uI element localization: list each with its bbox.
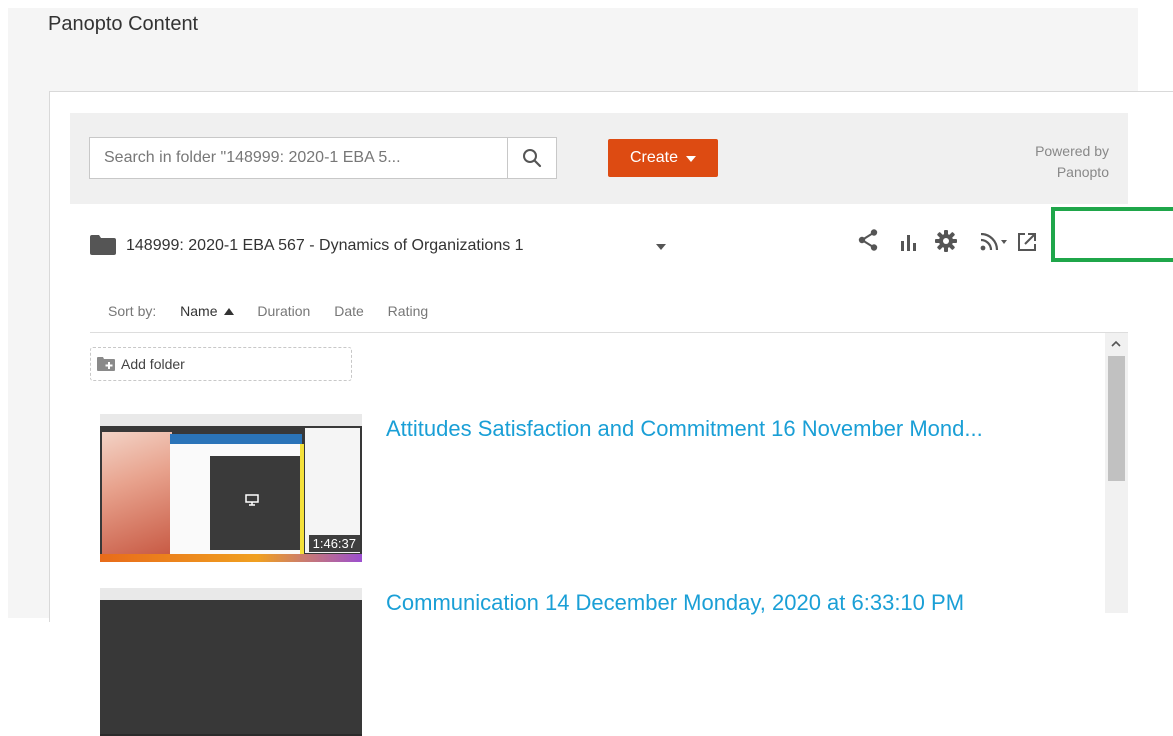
- scroll-thumb[interactable]: [1108, 356, 1125, 481]
- powered-by-line1: Powered by: [1035, 143, 1109, 159]
- screen-share-icon: [245, 494, 259, 506]
- create-button-label: Create: [629, 149, 679, 166]
- sort-duration[interactable]: Duration: [257, 303, 310, 319]
- folder-icon: [90, 235, 116, 255]
- session-title-link[interactable]: Communication 14 December Monday, 2020 a…: [386, 590, 964, 616]
- session-title-link[interactable]: Attitudes Satisfaction and Commitment 16…: [386, 416, 983, 442]
- divider: [90, 332, 1128, 333]
- sort-label: Sort by:: [108, 303, 157, 319]
- session-thumbnail[interactable]: 1:46:37: [100, 414, 362, 562]
- sort-date[interactable]: Date: [334, 303, 364, 319]
- sort-rating[interactable]: Rating: [388, 303, 428, 319]
- rss-icon[interactable]: [980, 233, 1008, 251]
- stats-icon[interactable]: [900, 233, 918, 251]
- share-icon[interactable]: [858, 229, 878, 251]
- search-input[interactable]: [90, 138, 508, 178]
- sort-bar: Sort by: Name Duration Date Rating: [108, 303, 448, 319]
- scroll-up-icon[interactable]: [1111, 339, 1121, 349]
- search-button[interactable]: [507, 138, 556, 178]
- sort-ascending-icon: [223, 308, 234, 315]
- settings-icon[interactable]: [935, 230, 957, 252]
- add-folder-icon: [97, 357, 115, 371]
- sort-name[interactable]: Name: [180, 303, 234, 319]
- folder-name: 148999: 2020-1 EBA 567 - Dynamics of Org…: [126, 237, 524, 254]
- search-icon: [523, 149, 542, 168]
- add-folder-label: Add folder: [121, 356, 185, 372]
- open-new-window-icon[interactable]: [1017, 232, 1037, 252]
- highlight-box: [1051, 207, 1173, 262]
- session-duration: 1:46:37: [308, 535, 360, 552]
- folder-dropdown-icon[interactable]: [656, 244, 666, 250]
- caret-down-icon: [686, 156, 697, 162]
- folder-bar: 148999: 2020-1 EBA 567 - Dynamics of Org…: [70, 205, 1128, 289]
- session-thumbnail[interactable]: [100, 588, 362, 736]
- powered-by: Powered by Panopto: [1035, 141, 1109, 183]
- search-box: [89, 137, 557, 179]
- create-button[interactable]: Create: [608, 139, 718, 177]
- page-title: Panopto Content: [48, 13, 199, 35]
- add-folder-button[interactable]: Add folder: [90, 347, 352, 381]
- powered-by-line2: Panopto: [1056, 164, 1109, 180]
